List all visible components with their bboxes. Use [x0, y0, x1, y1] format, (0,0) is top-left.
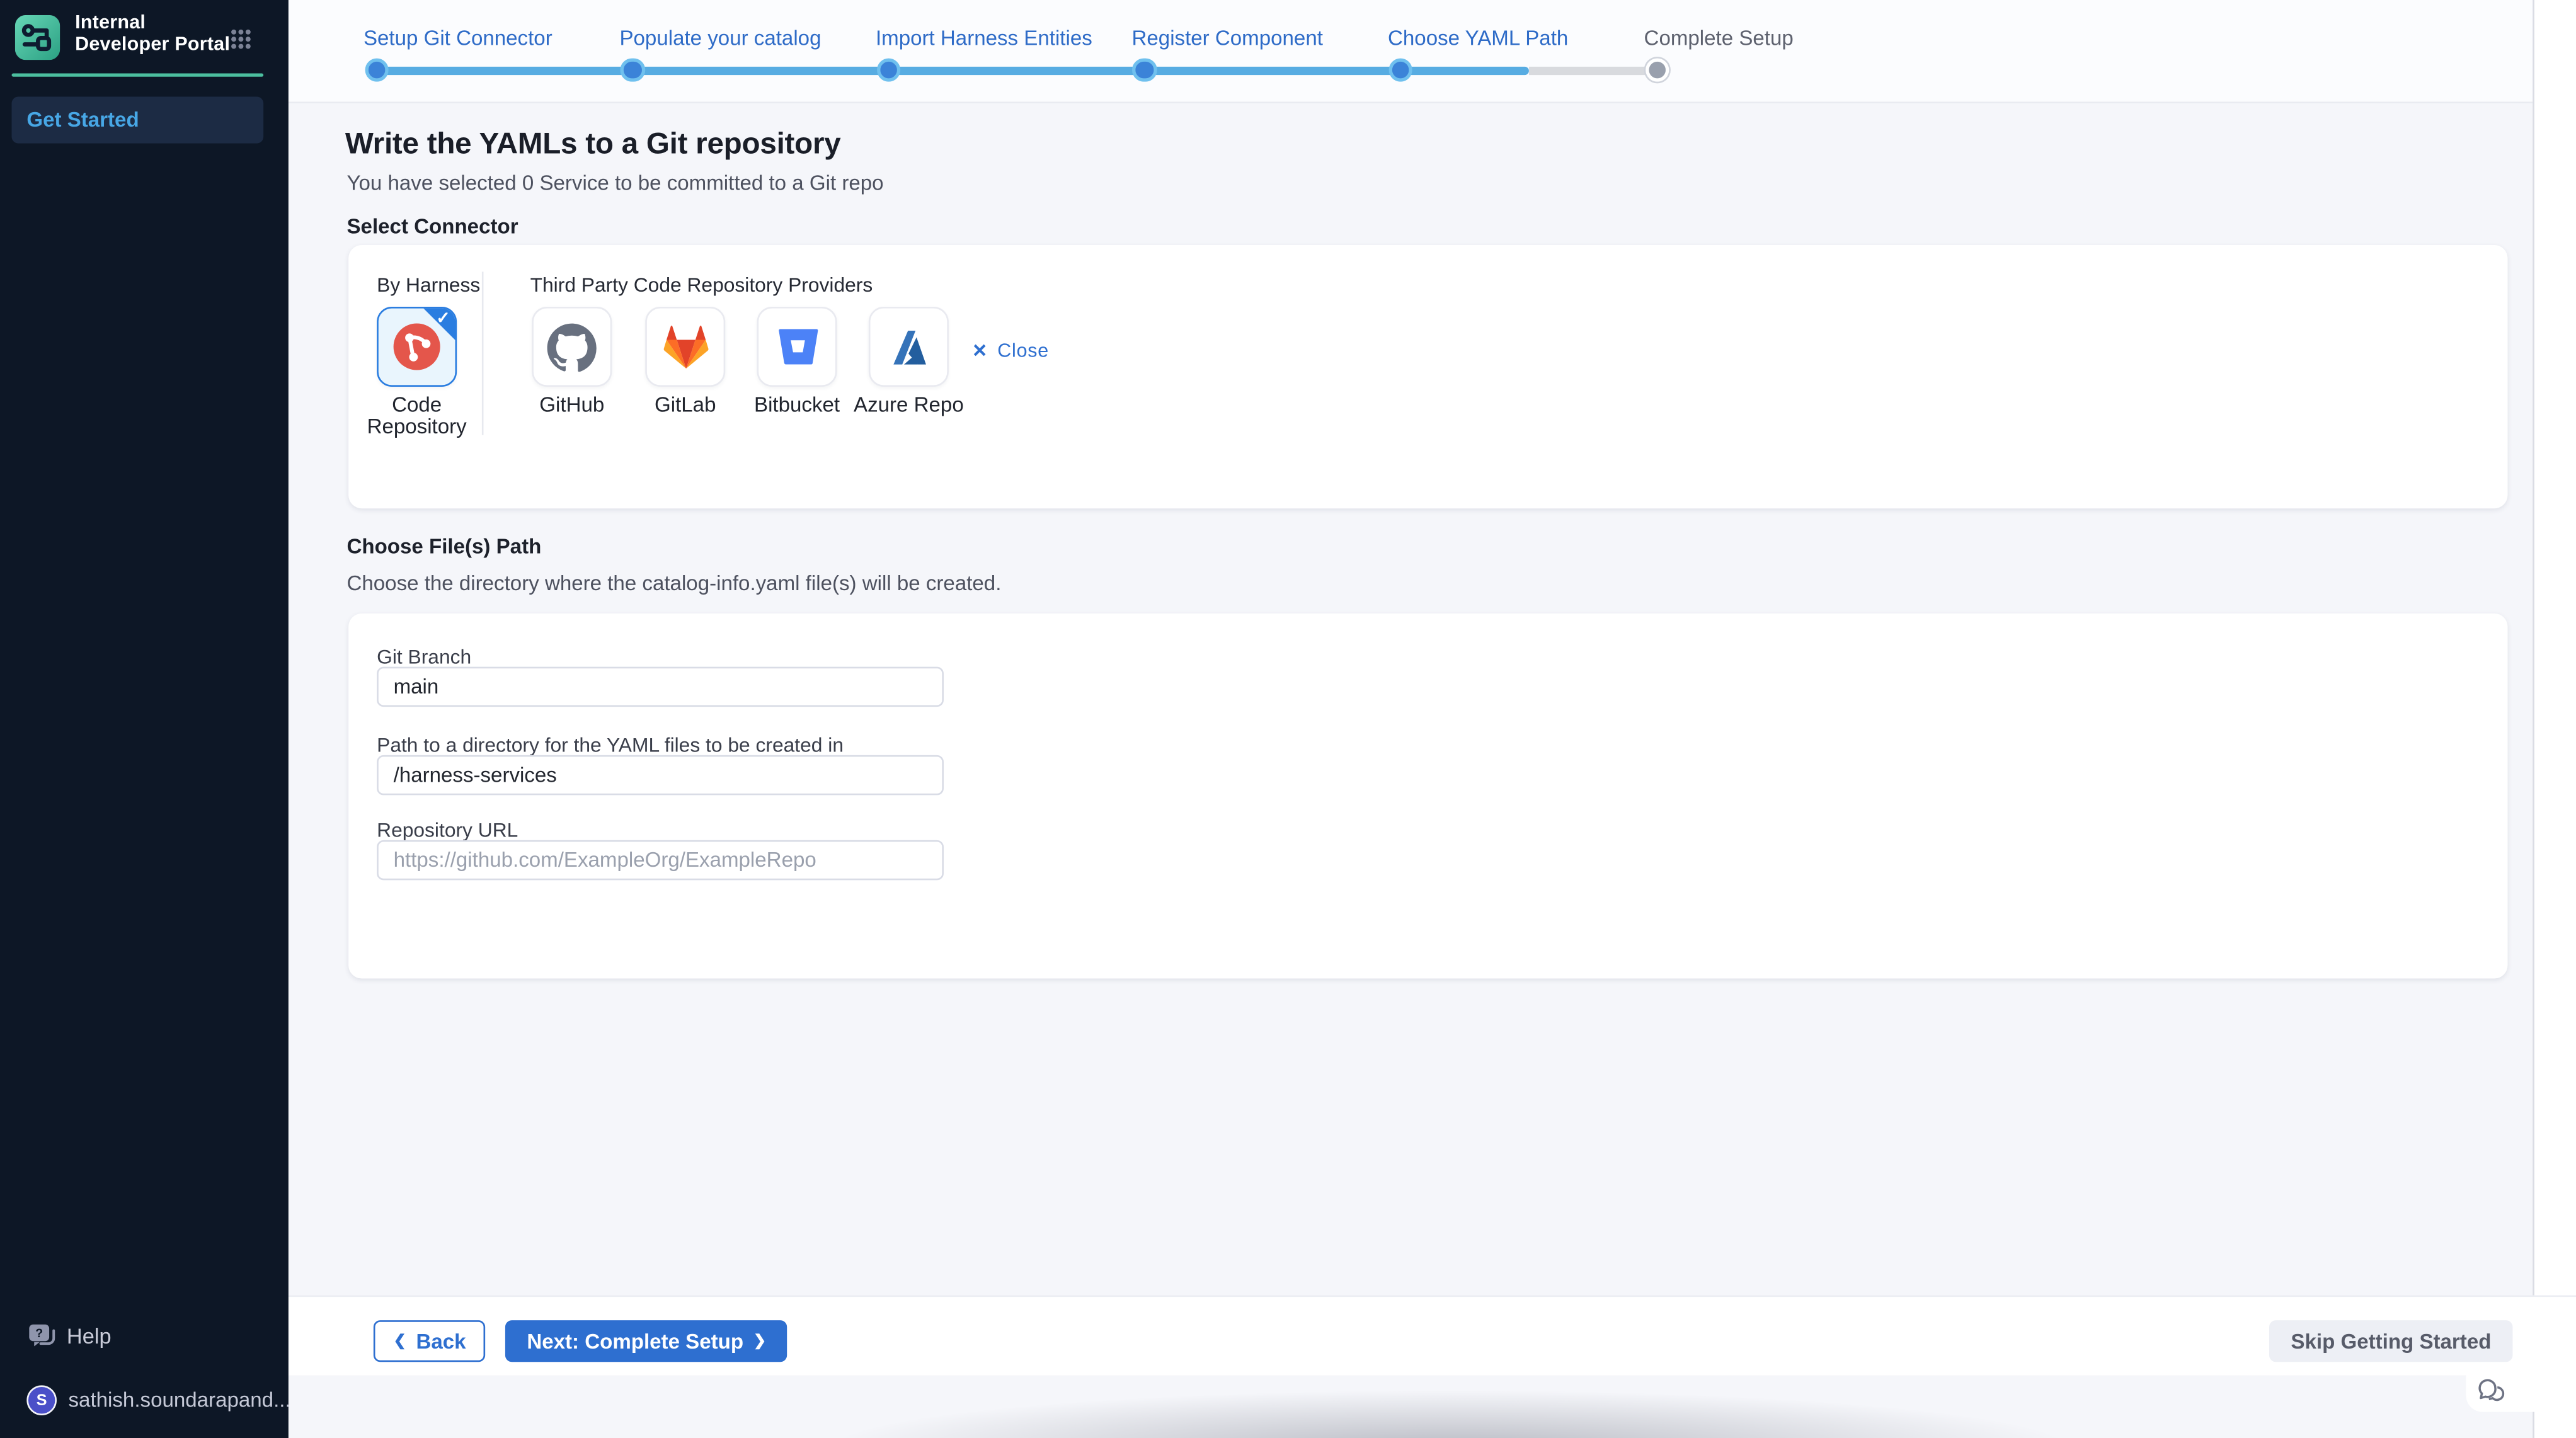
third-party-label: Third Party Code Repository Providers — [530, 273, 873, 297]
step-dot-icon — [1133, 58, 1157, 82]
connector-tile-gitlab[interactable] — [645, 307, 725, 387]
step-dot-icon — [1645, 58, 1669, 82]
bitbucket-icon — [774, 325, 819, 368]
svg-text:?: ? — [35, 1326, 43, 1340]
chat-bubbles-icon[interactable] — [2478, 1379, 2504, 1404]
step-dot-icon — [621, 58, 644, 82]
user-account[interactable]: S sathish.soundarapand... — [26, 1384, 290, 1417]
git-branch-input[interactable] — [377, 667, 944, 707]
selected-check-icon: ✓ — [436, 310, 450, 328]
help-label: Help — [67, 1323, 112, 1348]
select-connector-label: Select Connector — [346, 215, 518, 238]
select-connector-card: By Harness ✓ Code Repository Third Party… — [348, 245, 2507, 508]
avatar: S — [26, 1385, 57, 1415]
sidebar-divider — [12, 73, 264, 76]
git-branch-label: Git Branch — [377, 645, 471, 668]
column-divider — [482, 271, 484, 435]
sidebar: Internal Developer Portal Get Started ? … — [0, 0, 289, 1438]
connector-tile-code-repository[interactable]: ✓ — [377, 307, 457, 387]
stepper-progress-line — [377, 66, 1529, 74]
app-switcher-grid-icon[interactable] — [230, 28, 251, 50]
connector-tile-azure-repo[interactable] — [869, 307, 949, 387]
step-dot-icon — [877, 58, 901, 82]
stepper-step-setup-git-connector[interactable]: Setup Git Connector — [364, 23, 552, 53]
tile-label-code-repository: Code Repository — [350, 395, 484, 438]
step-dot-icon — [1389, 58, 1413, 82]
stepper-remaining-line — [1529, 66, 1657, 74]
stepper-step-register-component[interactable]: Register Component — [1132, 23, 1323, 53]
wizard-stepper-header: Setup Git Connector Populate your catalo… — [289, 0, 2576, 103]
files-path-card: Git Branch Path to a directory for the Y… — [348, 613, 2507, 979]
user-name: sathish.soundarapand... — [69, 1389, 291, 1412]
scrollbar-gutter[interactable] — [2533, 0, 2576, 1438]
chevron-left-icon: ❮ — [394, 1333, 406, 1349]
close-label: Close — [997, 341, 1049, 361]
connector-tile-github[interactable] — [532, 307, 612, 387]
next-complete-setup-button[interactable]: Next: Complete Setup ❯ — [505, 1320, 787, 1362]
step-dot-icon — [365, 58, 389, 82]
app-title: Internal Developer Portal — [75, 13, 242, 57]
next-label: Next: Complete Setup — [527, 1330, 743, 1353]
directory-path-label: Path to a directory for the YAML files t… — [377, 734, 844, 757]
app-root: Internal Developer Portal Get Started ? … — [0, 0, 2576, 1438]
page-title: Write the YAMLs to a Git repository — [345, 127, 841, 162]
gitlab-icon — [660, 322, 711, 372]
connector-tile-bitbucket[interactable] — [757, 307, 837, 387]
choose-files-path-description: Choose the directory where the catalog-i… — [346, 572, 1001, 595]
sidebar-item-help[interactable]: ? Help — [28, 1320, 112, 1350]
skip-getting-started-button[interactable]: Skip Getting Started — [2269, 1320, 2513, 1362]
bottom-window-shadow — [667, 1377, 2235, 1438]
github-icon — [547, 322, 597, 371]
stepper-step-choose-yaml-path[interactable]: Choose YAML Path — [1388, 23, 1568, 53]
back-button[interactable]: ❮ Back — [374, 1320, 486, 1362]
choose-files-path-title: Choose File(s) Path — [346, 535, 541, 559]
stepper-step-complete-setup[interactable]: Complete Setup — [1644, 23, 1794, 53]
stepper-step-import-harness-entities[interactable]: Import Harness Entities — [876, 23, 1092, 53]
directory-path-input[interactable] — [377, 755, 944, 796]
sidebar-item-get-started[interactable]: Get Started — [12, 97, 264, 144]
chevron-right-icon: ❯ — [753, 1333, 766, 1349]
close-icon: ✕ — [972, 340, 987, 362]
tile-label-azure-repo: Azure Repo — [833, 395, 983, 416]
skip-label: Skip Getting Started — [2291, 1330, 2491, 1353]
back-label: Back — [416, 1330, 466, 1353]
repository-url-input[interactable] — [377, 840, 944, 881]
page-subtitle: You have selected 0 Service to be commit… — [346, 172, 883, 195]
close-button[interactable]: ✕ Close — [972, 340, 1049, 362]
azure-repo-icon — [886, 324, 931, 369]
stepper-step-populate-your-catalog[interactable]: Populate your catalog — [619, 23, 821, 53]
repository-url-label: Repository URL — [377, 818, 518, 842]
by-harness-label: By Harness — [377, 273, 480, 297]
harness-idp-logo-icon — [15, 15, 60, 60]
help-chat-icon: ? — [28, 1323, 57, 1348]
wizard-footer: ❮ Back Next: Complete Setup ❯ Skip Getti… — [289, 1297, 2576, 1375]
